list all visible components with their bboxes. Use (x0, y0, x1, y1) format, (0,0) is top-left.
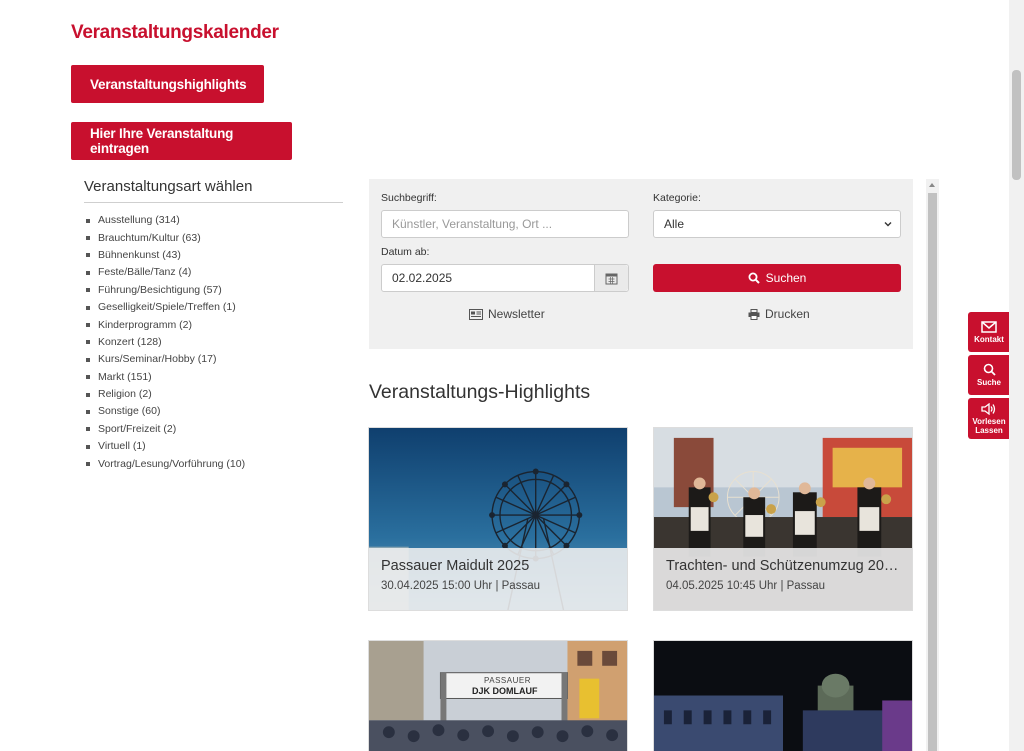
side-search-button[interactable]: Suche (968, 355, 1010, 395)
category-item[interactable]: Sonstige (60) (86, 403, 245, 420)
bullet-icon (86, 340, 90, 345)
page-scrollbar[interactable] (1009, 0, 1024, 751)
side-search-label: Suche (976, 378, 1001, 387)
bullet-icon (86, 444, 90, 449)
category-item[interactable]: Religion (2) (86, 386, 245, 403)
domlauf-image (369, 641, 627, 751)
bullet-icon (86, 236, 90, 241)
calendar-button[interactable] (594, 265, 628, 291)
search-button[interactable]: Suchen (653, 264, 901, 292)
date-value: 02.02.2025 (392, 271, 453, 285)
event-card[interactable] (653, 640, 913, 751)
category-list: Ausstellung (314) Brauchtum/Kultur (63) … (86, 212, 245, 473)
banner-text-main: DJK DOMLAUF (472, 686, 538, 696)
search-button-label: Suchen (765, 271, 807, 285)
banner-text-top: PASSAUER (484, 676, 531, 685)
newsletter-label: Newsletter (488, 307, 545, 321)
highlights-heading: Veranstaltungs-Highlights (369, 381, 591, 403)
search-input[interactable]: Künstler, Veranstaltung, Ort ... (381, 210, 629, 238)
category-item[interactable]: Ausstellung (314) (86, 212, 245, 229)
cathedral-night-image (654, 641, 912, 751)
category-item[interactable]: Kinderprogramm (2) (86, 316, 245, 333)
bullet-icon (86, 253, 90, 258)
category-select[interactable]: Alle (653, 210, 901, 238)
read-aloud-label-2: Lassen (975, 425, 1003, 435)
bullet-icon (86, 357, 90, 362)
content-scrollbar[interactable] (926, 179, 939, 751)
speaker-icon (981, 402, 996, 415)
newspaper-icon (469, 308, 483, 320)
read-aloud-label-1: Vorlesen (972, 416, 1006, 426)
read-aloud-button[interactable]: Vorlesen Lassen (968, 398, 1010, 439)
category-item[interactable]: Bühnenkunst (43) (86, 247, 245, 264)
print-label: Drucken (765, 307, 810, 321)
bullet-icon (86, 288, 90, 293)
date-label: Datum ab: (381, 246, 430, 258)
category-item[interactable]: Virtuell (1) (86, 438, 245, 455)
category-item[interactable]: Brauchtum/Kultur (63) (86, 229, 245, 246)
page-scrollbar-thumb[interactable] (1012, 70, 1021, 180)
event-card[interactable]: PASSAUER DJK DOMLAUF (368, 640, 628, 751)
event-card-meta: 30.04.2025 15:00 Uhr | Passau (381, 580, 540, 592)
search-panel: Suchbegriff: Künstler, Veranstaltung, Or… (369, 179, 913, 349)
bullet-icon (86, 305, 90, 310)
bullet-icon (86, 218, 90, 223)
category-item[interactable]: Markt (151) (86, 369, 245, 386)
event-card-caption: Passauer Maidult 2025 30.04.2025 15:00 U… (369, 548, 627, 610)
print-link[interactable]: Drucken (748, 307, 810, 321)
event-card-meta: 04.05.2025 10:45 Uhr | Passau (666, 580, 825, 592)
bullet-icon (86, 375, 90, 380)
bullet-icon (86, 323, 90, 328)
event-card[interactable]: Passauer Maidult 2025 30.04.2025 15:00 U… (368, 427, 628, 611)
event-card-title: Trachten- und Schützenumzug 2025 (666, 558, 900, 574)
bullet-icon (86, 270, 90, 275)
add-event-button[interactable]: Hier Ihre Veranstaltung eintragen (71, 122, 292, 160)
page-title: Veranstaltungskalender (71, 22, 279, 43)
event-card[interactable]: Trachten- und Schützenumzug 2025 04.05.2… (653, 427, 913, 611)
chevron-down-icon (884, 222, 892, 227)
contact-button[interactable]: Kontakt (968, 312, 1010, 352)
event-card-caption: Trachten- und Schützenumzug 2025 04.05.2… (654, 548, 912, 610)
search-icon (983, 363, 996, 376)
search-icon (748, 272, 760, 284)
calendar-icon (605, 273, 618, 284)
category-item[interactable]: Vortrag/Lesung/Vorführung (10) (86, 455, 245, 472)
date-input[interactable]: 02.02.2025 (381, 264, 629, 292)
mail-icon (981, 320, 997, 333)
event-card-title: Passauer Maidult 2025 (381, 558, 530, 574)
newsletter-link[interactable]: Newsletter (469, 307, 545, 321)
bullet-icon (86, 427, 90, 432)
category-item[interactable]: Kurs/Seminar/Hobby (17) (86, 351, 245, 368)
category-item[interactable]: Konzert (128) (86, 334, 245, 351)
search-term-label: Suchbegriff: (381, 192, 437, 204)
category-heading: Veranstaltungsart wählen (84, 178, 343, 203)
content-scrollbar-thumb[interactable] (928, 193, 937, 751)
highlights-button[interactable]: Veranstaltungshighlights (71, 65, 264, 103)
bullet-icon (86, 409, 90, 414)
category-item[interactable]: Feste/Bälle/Tanz (4) (86, 264, 245, 281)
add-event-button-label: Hier Ihre Veranstaltung eintragen (90, 126, 234, 156)
category-item[interactable]: Sport/Freizeit (2) (86, 421, 245, 438)
printer-icon (748, 308, 760, 320)
contact-label: Kontakt (974, 334, 1004, 344)
category-select-label: Kategorie: (653, 192, 701, 204)
highlights-button-label: Veranstaltungshighlights (90, 76, 247, 92)
category-item[interactable]: Führung/Besichtigung (57) (86, 282, 245, 299)
category-select-value: Alle (664, 217, 685, 231)
bullet-icon (86, 392, 90, 397)
category-item[interactable]: Geselligkeit/Spiele/Treffen (1) (86, 299, 245, 316)
bullet-icon (86, 462, 90, 467)
scroll-up-icon[interactable] (929, 183, 935, 187)
